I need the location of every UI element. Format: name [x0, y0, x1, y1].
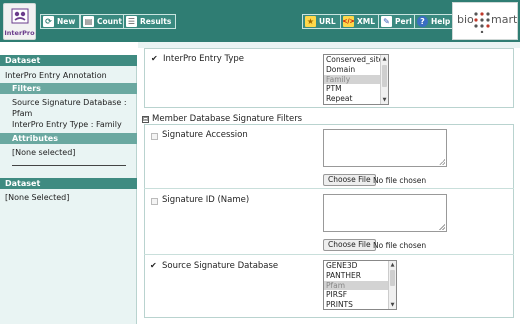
sidebar-dataset2-value[interactable]: [None Selected] — [0, 192, 137, 203]
sidebar-dataset-heading[interactable]: Dataset — [0, 55, 137, 66]
new-button-label: New — [57, 17, 76, 26]
sidebar-filter-source-db-value[interactable]: Pfam — [0, 108, 137, 119]
count-button[interactable]: ▤ Count — [80, 14, 127, 29]
count-button-label: Count — [97, 17, 122, 26]
summary-sidebar: Dataset InterPro Entry Annotation Filter… — [0, 42, 137, 324]
resize-grip-icon[interactable] — [439, 159, 445, 165]
perl-button-label: Perl — [395, 17, 412, 26]
script-icon: ✎ — [381, 16, 392, 27]
biomart-logo-right: mart — [491, 13, 518, 26]
signature-accession-label: Signature Accession — [162, 130, 248, 140]
xml-button-label: XML — [357, 17, 376, 26]
list-item[interactable]: Family — [324, 74, 388, 85]
list-item[interactable]: Pfam — [324, 280, 396, 291]
source-db-label: Source Signature Database — [162, 261, 279, 271]
sidebar-divider — [12, 165, 126, 166]
entry-type-panel: ✔ InterPro Entry Type Conserved_site Dom… — [144, 48, 514, 108]
help-button-label: Help — [431, 17, 451, 26]
signature-id-checkbox[interactable] — [151, 198, 158, 205]
resize-grip-icon[interactable] — [439, 224, 445, 230]
collapse-icon[interactable]: ⊟ — [142, 116, 149, 123]
source-db-checkbox[interactable]: ✔ — [150, 262, 158, 270]
list-item[interactable]: PRINTS — [324, 300, 396, 309]
results-button-label: Results — [140, 17, 172, 26]
help-icon: ? — [417, 16, 428, 27]
signature-id-textarea[interactable] — [323, 194, 447, 232]
signature-id-choose-file-button[interactable]: Choose File — [323, 239, 376, 251]
sidebar-attributes-value[interactable]: [None selected] — [0, 147, 137, 158]
sidebar-dataset-value[interactable]: InterPro Entry Annotation — [0, 70, 137, 81]
results-icon: ☰ — [126, 16, 137, 27]
scroll-down-icon[interactable]: ▼ — [389, 301, 396, 309]
sidebar-spacer — [0, 42, 137, 55]
xml-button[interactable]: </> XML — [340, 14, 381, 29]
biomart-dots-icon — [474, 12, 490, 33]
signature-accession-checkbox[interactable] — [151, 133, 158, 140]
scrollbar-thumb[interactable] — [390, 270, 395, 286]
list-item[interactable]: Conserved_site — [324, 55, 388, 65]
sidebar-attributes-heading[interactable]: Attributes — [0, 133, 137, 144]
top-toolbar: InterPro ⟳ New ▤ Count ☰ Results ★ URL <… — [0, 0, 520, 42]
signature-accession-textarea[interactable] — [323, 129, 447, 167]
biomart-logo[interactable]: bio mart — [452, 2, 518, 40]
entry-type-checkbox[interactable]: ✔ — [151, 55, 159, 63]
sidebar-filter-source-db[interactable]: Source Signature Database : — [0, 97, 137, 108]
interpro-logo[interactable]: InterPro — [3, 3, 36, 40]
new-button[interactable]: ⟳ New — [40, 14, 81, 29]
refresh-icon: ⟳ — [43, 16, 54, 27]
scroll-down-icon[interactable]: ▼ — [381, 96, 388, 104]
sidebar-filters-heading[interactable]: Filters — [0, 83, 137, 94]
list-item[interactable]: Repeat — [324, 94, 388, 104]
scrollbar-thumb[interactable] — [382, 65, 387, 87]
sidebar-dataset2-heading[interactable]: Dataset — [0, 178, 137, 189]
url-button-label: URL — [319, 17, 336, 26]
list-item[interactable]: PTM — [324, 84, 388, 94]
xml-icon: </> — [342, 16, 355, 27]
list-item[interactable]: Domain — [324, 65, 388, 75]
listbox-scrollbar[interactable]: ▲ ▼ — [388, 261, 396, 309]
signature-accession-file-status: No file chosen — [373, 176, 427, 185]
biomart-logo-left: bio — [457, 13, 474, 26]
list-item[interactable]: GENE3D — [324, 261, 396, 271]
entry-type-listbox[interactable]: Conserved_site Domain Family PTM Repeat … — [323, 54, 389, 105]
list-item[interactable]: PIRSF — [324, 290, 396, 300]
signature-accession-choose-file-button[interactable]: Choose File — [323, 174, 376, 186]
row-divider — [144, 188, 514, 189]
filter-panel: ✔ InterPro Entry Type Conserved_site Dom… — [138, 42, 520, 324]
star-icon: ★ — [305, 16, 316, 27]
interpro-logo-icon — [11, 8, 29, 24]
scroll-up-icon[interactable]: ▲ — [389, 261, 396, 269]
row-divider — [144, 254, 514, 255]
section-title[interactable]: Member Database Signature Filters — [152, 114, 302, 124]
entry-type-label: InterPro Entry Type — [163, 54, 244, 64]
listbox-scrollbar[interactable]: ▲ ▼ — [380, 55, 388, 104]
logo-label: InterPro — [4, 29, 35, 37]
sidebar-filter-entry-type[interactable]: InterPro Entry Type : Family — [0, 119, 137, 130]
perl-button[interactable]: ✎ Perl — [378, 14, 417, 29]
source-db-listbox[interactable]: GENE3D PANTHER Pfam PIRSF PRINTS ▲ ▼ — [323, 260, 397, 310]
help-button[interactable]: ? Help — [414, 14, 456, 29]
results-button[interactable]: ☰ Results — [123, 14, 177, 29]
url-button[interactable]: ★ URL — [302, 14, 341, 29]
signature-id-file-status: No file chosen — [373, 241, 427, 250]
scroll-up-icon[interactable]: ▲ — [381, 55, 388, 63]
count-icon: ▤ — [83, 16, 94, 27]
signature-id-label: Signature ID (Name) — [162, 195, 250, 205]
list-item[interactable]: PANTHER — [324, 271, 396, 281]
